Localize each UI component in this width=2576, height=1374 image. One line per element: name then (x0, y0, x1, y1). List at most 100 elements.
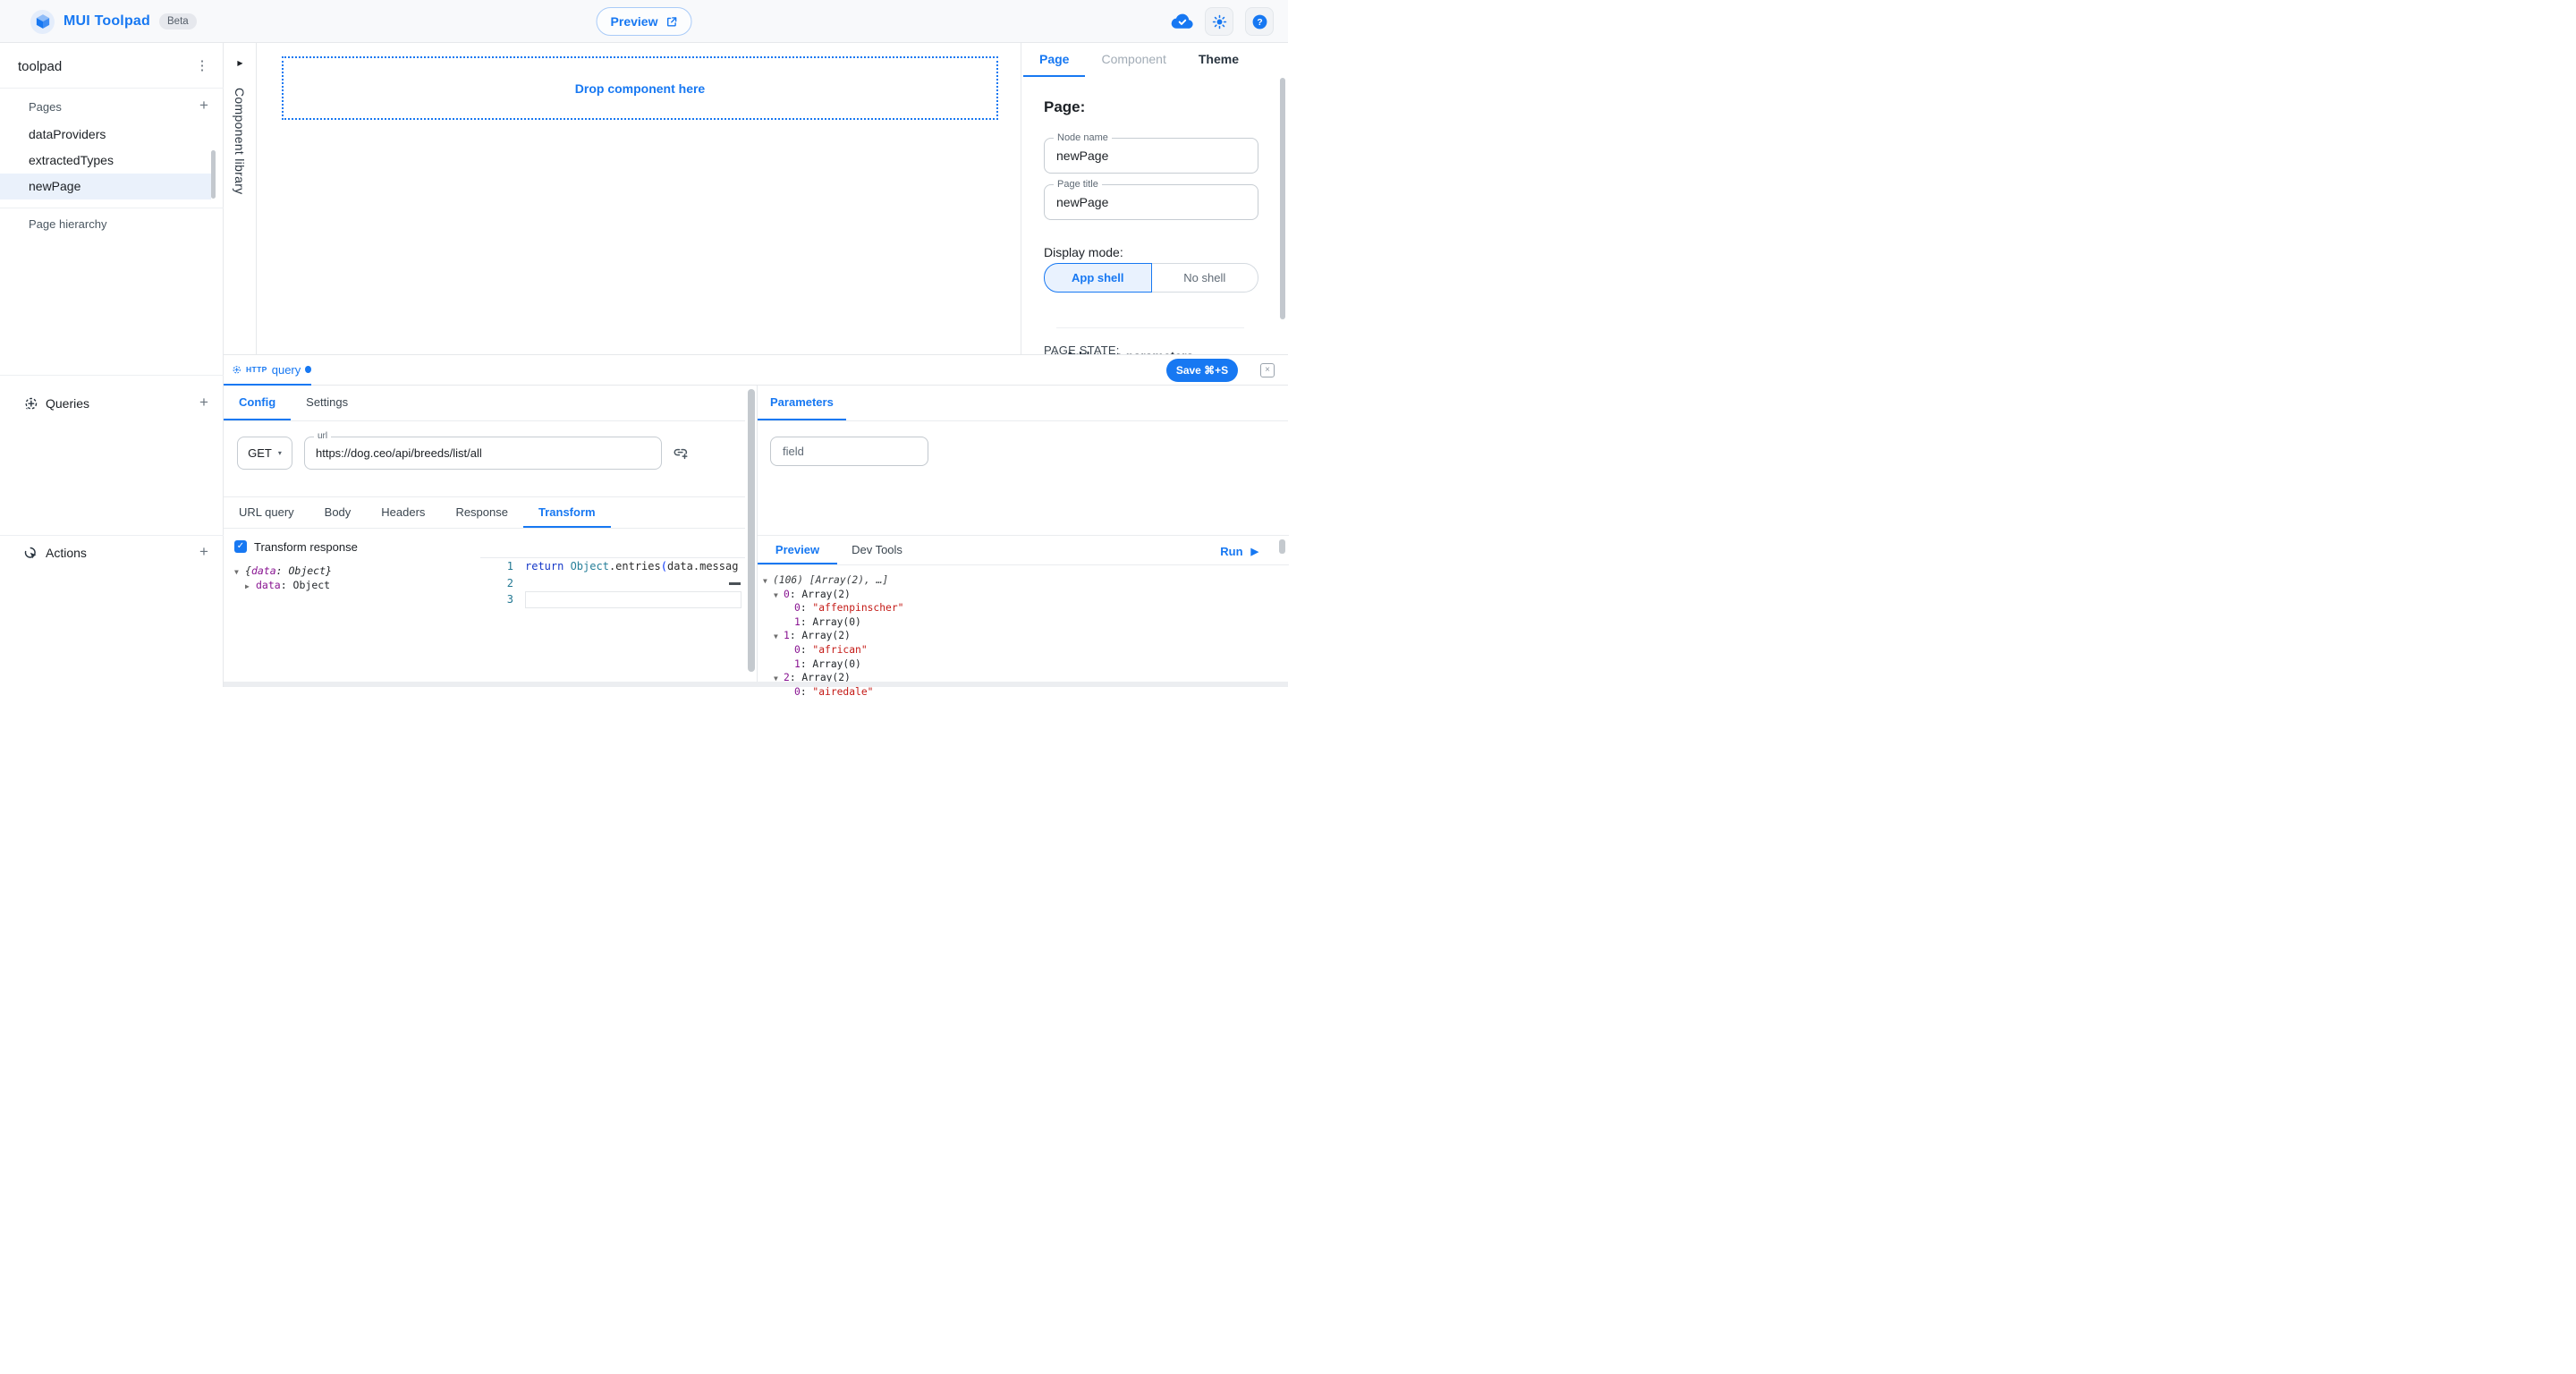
url-value: https://dog.ceo/api/breeds/list/all (305, 437, 661, 469)
caret-open-icon[interactable]: ▼ (774, 631, 784, 644)
sidebar-page-dataProviders[interactable]: dataProviders (0, 122, 211, 148)
page-hierarchy-row[interactable]: Page hierarchy (0, 213, 224, 234)
component-library-strip[interactable]: ▶ Component library (224, 43, 257, 354)
request-tab-headers[interactable]: Headers (366, 497, 440, 528)
scope-tree-row[interactable]: ▼{data: Object} (234, 564, 332, 579)
display-mode-option-no-shell[interactable]: No shell (1152, 263, 1259, 293)
preview-tab-dev-tools[interactable]: Dev Tools (837, 536, 917, 564)
tab-parameters[interactable]: Parameters (758, 386, 846, 420)
queries-icon (23, 396, 38, 411)
project-menu-button[interactable]: ⋮ (191, 55, 213, 77)
json-tree-row[interactable]: 0: "african" (763, 644, 903, 658)
method-select[interactable]: GET ▾ (237, 437, 292, 470)
json-tree-row[interactable]: ▼0: Array(2) (763, 589, 903, 603)
request-tab-transform[interactable]: Transform (523, 497, 611, 528)
add-query-button[interactable]: + (193, 393, 215, 414)
beta-badge: Beta (159, 13, 197, 30)
tree-segment-key: 1 (794, 616, 801, 628)
caret-open-icon[interactable]: ▼ (234, 565, 245, 579)
pages-scrollbar-thumb[interactable] (211, 150, 216, 199)
tree-segment-string: "african" (812, 644, 867, 656)
json-tree-row[interactable]: ▼1: Array(2) (763, 630, 903, 644)
tree-segment-key: 1 (794, 658, 801, 670)
inspector-scrollbar-thumb[interactable] (1280, 78, 1285, 319)
svg-text:?: ? (1257, 18, 1262, 28)
preview-button-label: Preview (611, 14, 658, 29)
request-tab-body[interactable]: Body (309, 497, 367, 528)
theme-toggle-button[interactable] (1205, 7, 1233, 36)
json-tree-row[interactable]: ▼(106) [Array(2), …] (763, 574, 903, 589)
code-token: return (525, 560, 571, 572)
transform-response-checkbox[interactable]: ✓ (234, 540, 247, 553)
tree-segment-plain: : Array(0) (801, 658, 861, 670)
json-tree-row[interactable]: 0: "airedale" (763, 686, 903, 700)
tree-segment-plain: : Array(2) (790, 589, 851, 600)
query-name-label: query (272, 363, 301, 377)
add-page-button[interactable]: + (193, 96, 215, 117)
current-line-highlight (525, 591, 741, 608)
caret-spacer (784, 617, 794, 631)
drop-zone[interactable]: Drop component here (282, 56, 998, 120)
inspector-tab-page[interactable]: Page (1023, 43, 1085, 77)
preview-button[interactable]: Preview (597, 7, 692, 36)
run-label: Run (1220, 545, 1242, 558)
query-protocol-label: HTTP (246, 365, 267, 374)
parameter-field-input[interactable]: field (770, 437, 928, 466)
link-binding-icon[interactable] (673, 445, 689, 461)
help-button[interactable]: ? (1245, 7, 1274, 36)
tree-segment-key: 0 (794, 686, 801, 698)
scope-tree-row[interactable]: ▶data: Object (234, 579, 332, 593)
parameters-tabs: Parameters (758, 386, 1288, 421)
tab-http-query[interactable]: HTTP query (224, 355, 311, 386)
query-icon (232, 364, 242, 376)
unsaved-dot-indicator (305, 366, 311, 373)
display-mode-label: Display mode: (1044, 245, 1123, 259)
preview-tab-preview[interactable]: Preview (758, 536, 837, 564)
inspector-tab-theme[interactable]: Theme (1182, 43, 1255, 77)
horizontal-scrollbar[interactable] (224, 682, 1288, 687)
sun-icon (1212, 14, 1227, 30)
page-section-title: Page: (1044, 98, 1085, 116)
add-action-button[interactable]: + (193, 542, 215, 564)
explorer-sidebar: toolpad ⋮ Pages + dataProvidersextracted… (0, 43, 224, 687)
run-button[interactable]: Run ▶ (1220, 536, 1258, 566)
node-name-label: Node name (1054, 132, 1112, 143)
preview-tabs: PreviewDev Tools Run ▶ (758, 535, 1289, 565)
node-name-field[interactable]: Node name newPage (1044, 138, 1258, 174)
divider (0, 535, 224, 536)
config-tab-settings[interactable]: Settings (291, 386, 363, 420)
request-config-section: ConfigSettings GET ▾ url https://dog.ceo… (224, 386, 745, 683)
page-title-field[interactable]: Page title newPage (1044, 184, 1258, 220)
request-tab-response[interactable]: Response (440, 497, 523, 528)
expand-arrow-icon[interactable]: ▶ (224, 59, 257, 67)
inspector-panel: PageComponentTheme Page: Node name newPa… (1021, 43, 1288, 354)
topbar-actions: ? (1171, 0, 1274, 43)
sidebar-page-newPage[interactable]: newPage (0, 174, 211, 199)
code-token: .entries (609, 560, 661, 572)
line-number: 3 (480, 591, 525, 608)
close-panel-button[interactable]: × (1260, 363, 1275, 377)
request-tab-url-query[interactable]: URL query (224, 497, 309, 528)
project-name: toolpad (18, 59, 62, 74)
save-button[interactable]: Save ⌘+S (1166, 359, 1238, 382)
sidebar-page-extractedTypes[interactable]: extractedTypes (0, 148, 211, 174)
method-value: GET (248, 446, 272, 460)
json-tree-row[interactable]: 1: Array(0) (763, 616, 903, 631)
divider (1056, 327, 1244, 328)
url-label: url (314, 431, 331, 441)
config-tab-config[interactable]: Config (224, 386, 291, 420)
node-name-value: newPage (1045, 139, 1258, 173)
url-field[interactable]: url https://dog.ceo/api/breeds/list/all (304, 437, 662, 470)
caret-open-icon[interactable]: ▼ (763, 575, 773, 589)
caret-closed-icon[interactable]: ▶ (245, 580, 256, 593)
page-title-label: Page title (1054, 179, 1102, 190)
json-tree-row[interactable]: 0: "affenpinscher" (763, 602, 903, 616)
caret-open-icon[interactable]: ▼ (774, 589, 784, 603)
json-tree-row[interactable]: 1: Array(0) (763, 658, 903, 673)
preview-scrollbar-thumb[interactable] (1279, 539, 1285, 554)
transform-code-editor[interactable]: 1return Object.entries(data.messag23 (480, 557, 745, 683)
inspector-tab-component[interactable]: Component (1085, 43, 1182, 77)
display-mode-option-app-shell[interactable]: App shell (1044, 263, 1152, 293)
line-number: 2 (480, 575, 525, 592)
query-panel-scrollbar-thumb[interactable] (748, 389, 755, 672)
